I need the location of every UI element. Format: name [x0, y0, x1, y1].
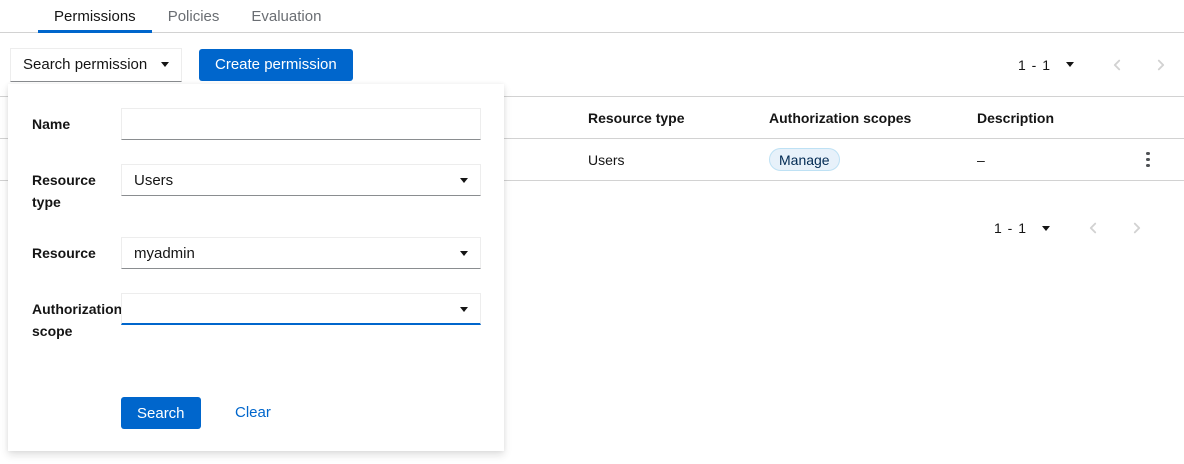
caret-down-icon[interactable] — [1042, 226, 1050, 231]
clear-button[interactable]: Clear — [227, 397, 279, 429]
caret-down-icon — [460, 251, 468, 256]
table-header-authorization-scopes: Authorization scopes — [769, 110, 977, 126]
table-cell-authorization-scopes: Manage — [769, 148, 977, 171]
resource-type-field-label: Resource type — [32, 169, 124, 213]
caret-down-icon[interactable] — [1066, 62, 1074, 67]
tab-permissions[interactable]: Permissions — [38, 0, 152, 32]
authorization-scope-select[interactable] — [121, 293, 481, 325]
table-cell-resource-type: Users — [588, 152, 769, 168]
authorization-scope-field-label: Authorization scope — [32, 298, 124, 342]
tab-bar: Permissions Policies Evaluation — [0, 0, 1184, 33]
pagination-range: 1 - 1 — [994, 220, 1027, 236]
kebab-menu-icon[interactable] — [1136, 148, 1160, 172]
caret-down-icon — [460, 178, 468, 183]
name-field-label: Name — [32, 113, 124, 135]
table-header-description: Description — [977, 110, 1136, 126]
caret-down-icon — [460, 307, 468, 312]
caret-down-icon — [161, 62, 169, 67]
name-input[interactable] — [121, 108, 481, 140]
pagination-bottom: 1 - 1 — [994, 219, 1146, 237]
pagination-range: 1 - 1 — [1018, 57, 1051, 73]
scope-badge: Manage — [769, 148, 840, 171]
resource-select-value: myadmin — [134, 245, 195, 262]
permissions-page: Permissions Policies Evaluation Search p… — [0, 0, 1184, 464]
tab-evaluation-label: Evaluation — [251, 8, 321, 25]
search-button[interactable]: Search — [121, 397, 201, 429]
resource-select[interactable]: myadmin — [121, 237, 481, 269]
search-permission-toggle[interactable]: Search permission — [10, 48, 182, 82]
tab-permissions-label: Permissions — [54, 8, 136, 25]
tab-evaluation[interactable]: Evaluation — [235, 0, 337, 32]
chevron-left-icon[interactable] — [1084, 219, 1102, 237]
resource-type-select-value: Users — [134, 172, 173, 189]
search-permission-panel: Name Resource type Users Resource myadmi… — [8, 84, 504, 451]
resource-field-label: Resource — [32, 242, 124, 264]
table-cell-description: – — [977, 152, 1136, 168]
resource-type-select[interactable]: Users — [121, 164, 481, 196]
pagination-top: 1 - 1 — [1018, 56, 1170, 74]
table-cell-actions — [1136, 148, 1184, 172]
tab-policies[interactable]: Policies — [152, 0, 236, 32]
chevron-right-icon[interactable] — [1128, 219, 1146, 237]
tab-policies-label: Policies — [168, 8, 220, 25]
chevron-right-icon[interactable] — [1152, 56, 1170, 74]
table-header-resource-type: Resource type — [588, 110, 769, 126]
search-permission-toggle-label: Search permission — [23, 56, 147, 73]
create-permission-button[interactable]: Create permission — [199, 49, 353, 81]
chevron-left-icon[interactable] — [1108, 56, 1126, 74]
